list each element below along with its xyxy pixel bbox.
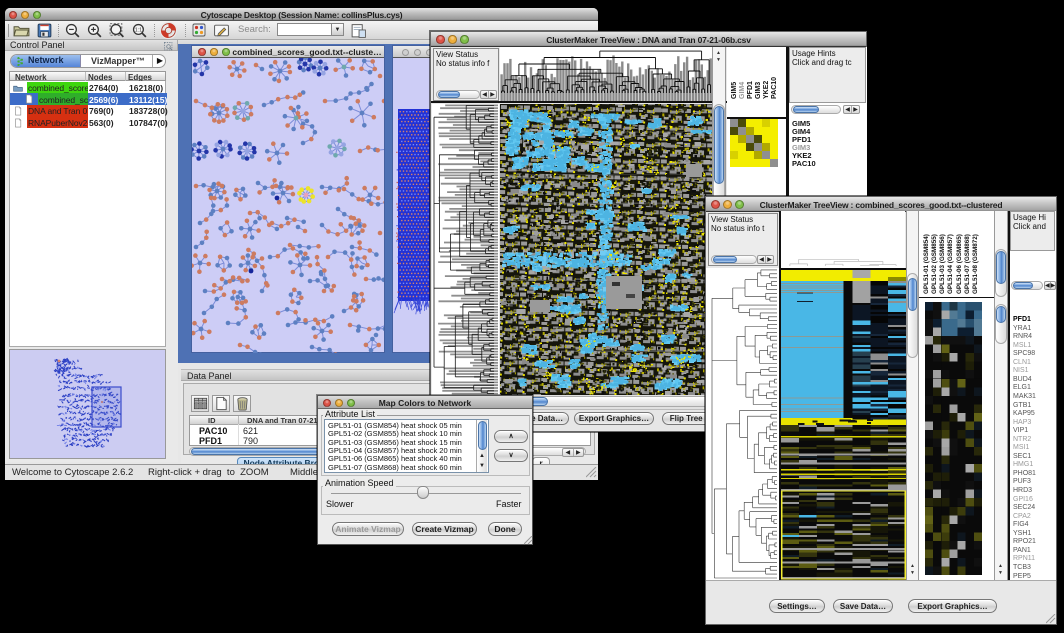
svg-text:1:1: 1:1 bbox=[135, 28, 142, 34]
